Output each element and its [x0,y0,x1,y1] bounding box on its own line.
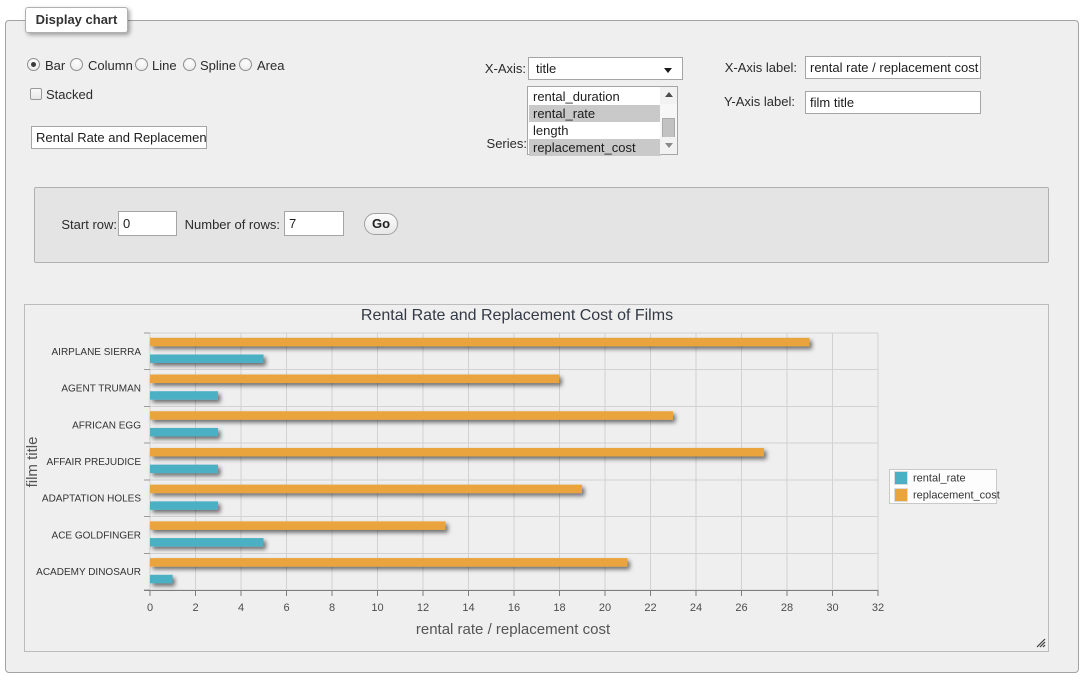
svg-text:28: 28 [781,602,793,614]
svg-text:Rental Rate and Replacement Co: Rental Rate and Replacement Cost of Film… [361,307,673,324]
svg-text:AFRICAN EGG: AFRICAN EGG [72,420,141,431]
svg-text:ADAPTATION HOLES: ADAPTATION HOLES [42,494,141,505]
svg-text:32: 32 [872,602,884,614]
svg-text:0: 0 [147,602,153,614]
svg-text:AIRPLANE SIERRA: AIRPLANE SIERRA [52,347,142,358]
svg-text:12: 12 [417,602,429,614]
svg-text:14: 14 [462,602,474,614]
svg-text:30: 30 [826,602,838,614]
svg-text:24: 24 [690,602,702,614]
svg-text:rental_rate: rental_rate [913,473,966,485]
svg-text:4: 4 [238,602,244,614]
svg-text:replacement_cost: replacement_cost [913,490,1000,502]
svg-text:ACADEMY DINOSAUR: ACADEMY DINOSAUR [36,567,141,578]
svg-text:2: 2 [192,602,198,614]
svg-text:ACE GOLDFINGER: ACE GOLDFINGER [52,530,141,541]
svg-text:26: 26 [735,602,747,614]
svg-text:AFFAIR PREJUDICE: AFFAIR PREJUDICE [47,457,142,468]
svg-text:16: 16 [508,602,520,614]
svg-text:10: 10 [371,602,383,614]
svg-text:20: 20 [599,602,611,614]
svg-text:rental rate / replacement cost: rental rate / replacement cost [416,621,611,638]
svg-text:AGENT TRUMAN: AGENT TRUMAN [61,384,141,395]
svg-text:18: 18 [553,602,565,614]
svg-text:film title: film title [25,437,41,488]
svg-text:8: 8 [329,602,335,614]
svg-text:22: 22 [644,602,656,614]
svg-text:6: 6 [283,602,289,614]
